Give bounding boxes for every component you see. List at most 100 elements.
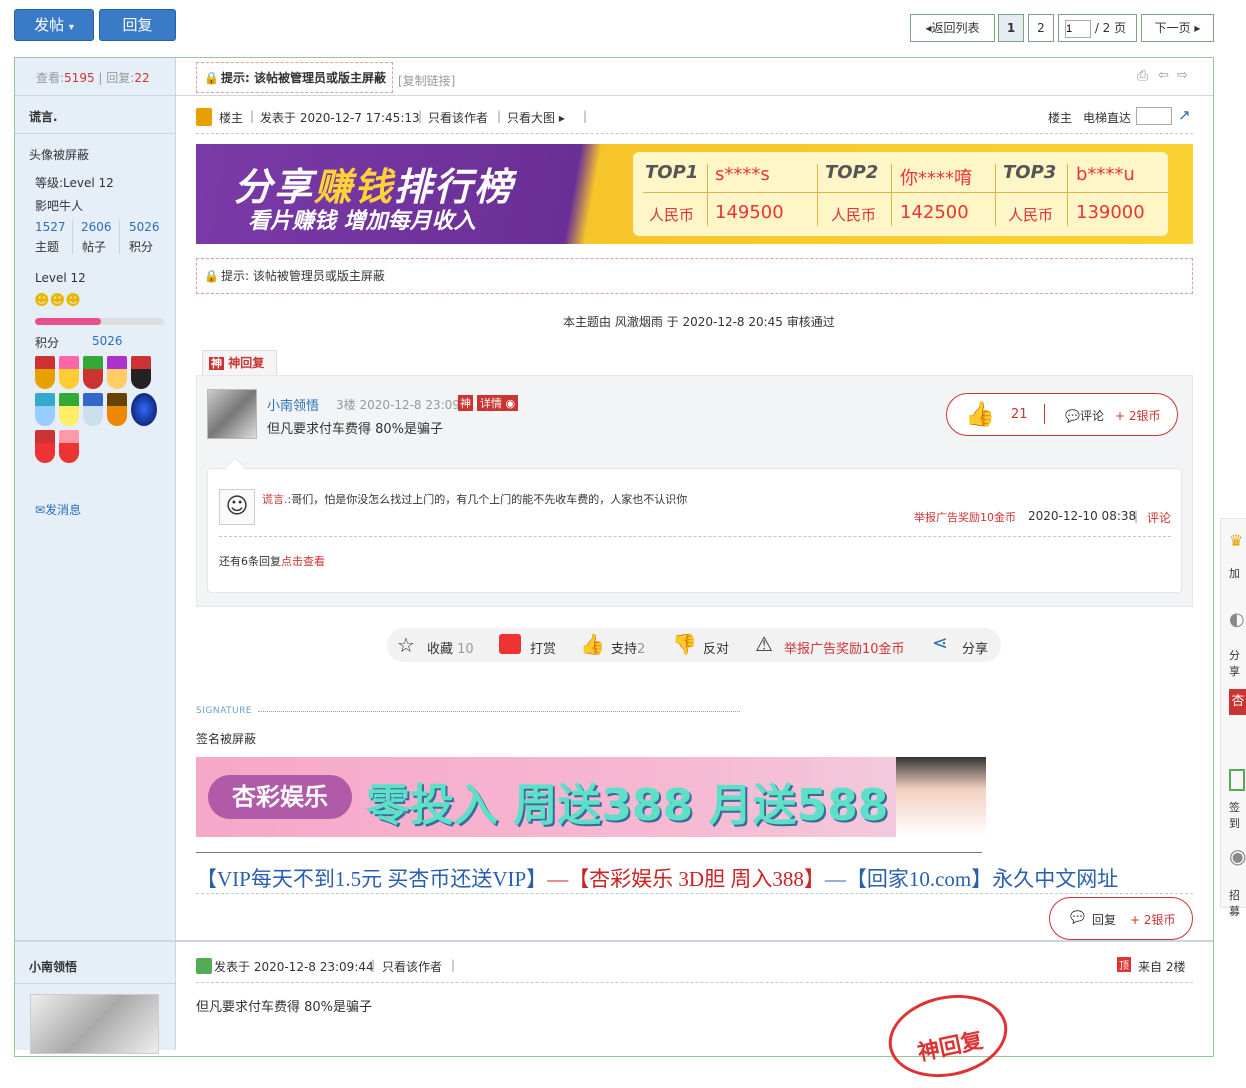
sep: |	[1134, 509, 1139, 523]
comment-reply-link[interactable]: 评论	[1147, 509, 1171, 526]
oppose-icon[interactable]: 👎	[672, 632, 697, 656]
home-url-link[interactable]: 【回家10.com】永久中文网址	[846, 867, 1118, 891]
divider	[196, 852, 982, 853]
divider	[72, 220, 73, 254]
avatar-blocked: 头像被屏蔽	[29, 148, 90, 162]
next-thread-icon[interactable]: ⇨	[1177, 68, 1188, 83]
reply-user[interactable]: 小南领悟	[267, 395, 319, 414]
more-replies: 还有6条回复点击查看	[219, 555, 325, 568]
divider	[219, 536, 1171, 537]
medal-icons	[35, 356, 160, 468]
print-icon[interactable]: ⎙	[1137, 68, 1148, 84]
lock-icon: 🔒	[204, 71, 219, 85]
model-image	[896, 757, 986, 837]
right-floating-sidebar: ♛ 加 ◐ 分享 杏 签到 ◉ 招募	[1220, 518, 1246, 918]
casino-ad-banner[interactable]: 杏彩娱乐 零投入 周送388 月送588	[196, 757, 986, 837]
detail-button[interactable]: 详情 ◉	[477, 395, 519, 411]
star-icon[interactable]: ☆	[397, 633, 415, 657]
support-button[interactable]: 支持2	[611, 638, 645, 657]
divider	[258, 711, 740, 712]
vip-ad-link[interactable]: 【VIP每天不到1.5元 买杏币还送VIP】	[196, 867, 547, 891]
report-button[interactable]: 举报广告奖励10金币	[784, 638, 905, 657]
comment-time: 2020-12-10 08:38	[1028, 509, 1137, 523]
earn-ranking-banner[interactable]: 分享赚钱排行榜 看片赚钱 增加每月收入 TOP1 s****s TOP2 你**…	[196, 144, 1193, 244]
share-side-icon[interactable]: ◐	[1229, 609, 1245, 630]
only-big-image-link[interactable]: 只看大图 ▸	[507, 109, 565, 126]
side-item-share[interactable]: 分享	[1229, 647, 1246, 679]
post-date: 发表于 2020-12-7 17:45:13	[260, 111, 420, 125]
level-progress-fill	[35, 318, 101, 325]
comment-line: 谎言.:哥们，怕是你没怎么找过上门的，有几个上门的能不先收车费的，人家也不认识你	[262, 493, 688, 506]
post2-author[interactable]: 小南领悟	[29, 958, 77, 975]
blocked-tip: 🔒 提示: 该帖被管理员或版主屏蔽	[196, 62, 393, 93]
report-icon[interactable]: ⚠	[755, 632, 773, 656]
next-page-button[interactable]: 下一页 ▸	[1141, 14, 1214, 42]
tip-icon[interactable]	[499, 634, 521, 654]
reply-meta: 3楼 2020-12-8 23:09	[336, 398, 460, 412]
floor-right-label: 楼主	[1048, 111, 1073, 125]
points-row-value: 5026	[92, 334, 123, 348]
divider	[15, 940, 1213, 942]
reply-pill-label: 回复	[1092, 913, 1117, 927]
copy-link[interactable]: [复制链接]	[398, 72, 455, 89]
like-pill: 👍 21 💬评论 + 2银币	[946, 393, 1178, 436]
support-icon[interactable]: 👍	[580, 632, 605, 656]
thread-stats: 查看:5195 | 回复:22	[36, 71, 150, 85]
checkin-icon[interactable]	[1229, 769, 1245, 791]
level-text: Level 12	[35, 271, 86, 285]
thumbs-up-icon[interactable]: 👍	[965, 400, 995, 428]
back-to-list-button[interactable]: ◂返回列表	[910, 14, 995, 42]
points-count[interactable]: 5026	[129, 220, 160, 234]
mail-icon: ✉	[35, 503, 46, 517]
casino-ad-link[interactable]: 【杏彩娱乐 3D胆 周入388】	[568, 867, 825, 891]
share-button[interactable]: 分享	[962, 638, 988, 657]
only-author-link[interactable]: 只看该作者	[428, 109, 488, 126]
prev-thread-icon[interactable]: ⇦	[1158, 68, 1169, 83]
comment-button[interactable]: 💬评论	[1065, 407, 1104, 424]
side-item-checkin[interactable]: 签到	[1229, 799, 1246, 831]
reply-pill[interactable]: 💬 回复 + 2银币	[1049, 897, 1193, 940]
post2-only-author[interactable]: 只看该作者	[382, 958, 442, 975]
topics-count[interactable]: 1527	[35, 220, 66, 234]
reply-button[interactable]: 回复	[99, 9, 176, 41]
page-2-button[interactable]: 2	[1028, 14, 1054, 42]
avatar[interactable]	[30, 994, 159, 1054]
recruit-icon[interactable]: ◉	[1229, 844, 1246, 868]
avatar[interactable]: ☺	[219, 489, 255, 525]
points-row-label: 积分	[35, 336, 60, 350]
sep: |	[497, 109, 502, 123]
side-item-casino[interactable]: 杏	[1229, 689, 1246, 715]
sep: |	[583, 109, 588, 123]
avatar[interactable]	[207, 389, 257, 439]
page-input[interactable]	[1065, 19, 1091, 38]
page-total: / 2 页	[1094, 21, 1127, 35]
side-item-recruit[interactable]: 招募	[1229, 887, 1246, 919]
report-ad-link[interactable]: 举报广告奖励10金币	[914, 509, 1016, 525]
thread-topbar	[15, 58, 1213, 96]
share-icon[interactable]: ⋖	[932, 632, 948, 654]
godly-badge: 神	[458, 395, 473, 411]
like-count: 21	[1011, 407, 1028, 422]
view-more-link[interactable]: 点击查看	[281, 555, 325, 568]
posts-count[interactable]: 2606	[81, 220, 112, 234]
page-1-button[interactable]: 1	[998, 14, 1024, 42]
page-jump: / 2 页	[1058, 14, 1137, 42]
reward-label: + 2银币	[1115, 409, 1161, 423]
oppose-button[interactable]: 反对	[703, 638, 729, 657]
elevator-go-icon[interactable]: ↗	[1178, 106, 1191, 124]
post-action-bar: ☆ 收藏 10 打赏 👍 支持2 👎 反对 ⚠ 举报广告奖励10金币 ⋖ 分享	[387, 628, 1001, 662]
level-progress	[35, 318, 164, 325]
send-message-link[interactable]: ✉发消息	[35, 501, 81, 518]
floor-owner-icon	[196, 108, 212, 126]
post-button[interactable]: 发帖 ▾	[14, 9, 94, 41]
elevator-input[interactable]	[1136, 107, 1172, 125]
tip-button[interactable]: 打赏	[530, 638, 556, 657]
side-item-join[interactable]: 加	[1229, 565, 1240, 581]
comment-box	[207, 468, 1182, 593]
topics-label: 主题	[35, 240, 60, 254]
reply-reward: + 2银币	[1130, 913, 1176, 927]
divider	[196, 133, 1193, 134]
favorite-button[interactable]: 收藏 10	[427, 638, 474, 657]
crown-icon[interactable]: ♛	[1229, 531, 1243, 550]
author-name[interactable]: 谎言.	[29, 108, 58, 125]
